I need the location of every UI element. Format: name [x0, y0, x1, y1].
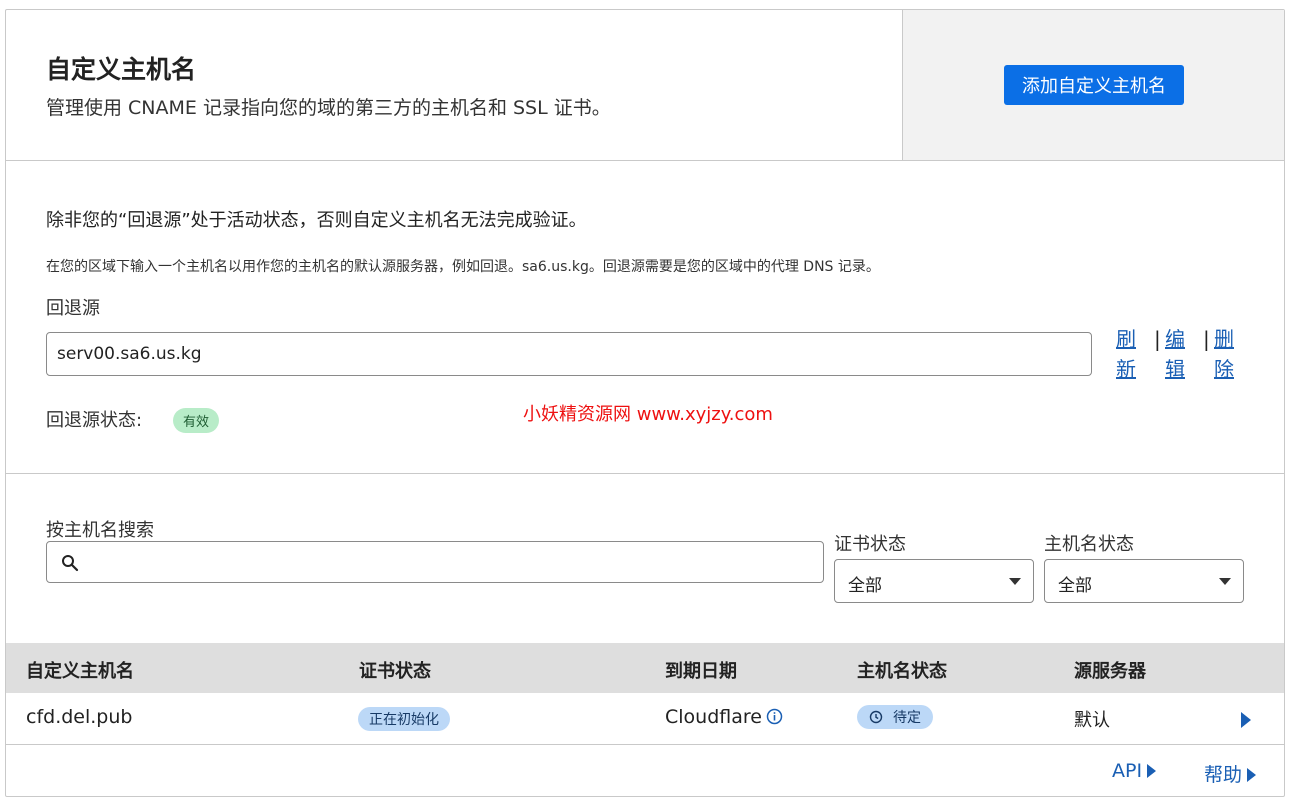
chevron-down-icon [1219, 578, 1231, 585]
header-section: 自定义主机名 管理使用 CNAME 记录指向您的域的第三方的主机名和 SSL 证… [6, 10, 1284, 161]
search-icon [62, 555, 79, 572]
edit-link-top: 编 [1165, 327, 1185, 351]
column-header-hostname-status: 主机名状态 [857, 661, 947, 682]
caret-right-icon [1147, 764, 1157, 778]
refresh-link-top: 刷 [1116, 327, 1136, 351]
custom-hostnames-card: 自定义主机名 管理使用 CNAME 记录指向您的域的第三方的主机名和 SSL 证… [5, 9, 1285, 797]
add-custom-hostname-button[interactable]: 添加自定义主机名 [1004, 65, 1184, 105]
column-header-hostname: 自定义主机名 [26, 661, 134, 682]
edit-link-bottom: 辑 [1165, 357, 1185, 381]
expand-row-icon[interactable] [1241, 712, 1251, 728]
clock-icon [869, 710, 883, 724]
fallback-origin-section: 除非您的“回退源”处于活动状态，否则自定义主机名无法完成验证。 在您的区域下输入… [6, 161, 1284, 474]
search-label: 按主机名搜索 [46, 520, 154, 541]
delete-link-bottom: 除 [1214, 357, 1234, 381]
cert-status-pill: 正在初始化 [358, 707, 450, 731]
refresh-link-bottom: 新 [1116, 357, 1136, 381]
fallback-actions: 刷 新 | 编 辑 | 删 除 [1110, 324, 1240, 384]
table-header: 自定义主机名 证书状态 到期日期 主机名状态 源服务器 [6, 643, 1284, 693]
help-link-label: 帮助 [1204, 764, 1243, 786]
header-action-panel: 添加自定义主机名 [902, 10, 1284, 160]
fallback-status-label: 回退源状态: [46, 410, 143, 431]
fallback-origin-label: 回退源 [46, 298, 100, 319]
fallback-warning: 除非您的“回退源”处于活动状态，否则自定义主机名无法完成验证。 [46, 210, 587, 231]
watermark-text: 小妖精资源网 www.xyjzy.com [523, 404, 773, 425]
delete-link[interactable]: 删 除 [1212, 324, 1236, 384]
caret-right-icon [1247, 768, 1257, 782]
column-header-origin: 源服务器 [1074, 661, 1146, 682]
delete-link-top: 删 [1214, 327, 1234, 351]
hostname-status-pill: 待定 [857, 705, 933, 729]
search-input[interactable] [87, 542, 817, 582]
api-link[interactable]: API [1112, 760, 1157, 782]
api-link-label: API [1112, 760, 1143, 782]
hostname-status-select-value: 全部 [1058, 576, 1092, 596]
table-row[interactable]: cfd.del.pub 正在初始化 Cloudflare 待定 默认 [6, 693, 1284, 745]
page-subtitle: 管理使用 CNAME 记录指向您的域的第三方的主机名和 SSL 证书。 [46, 97, 611, 119]
hostname-status-filter-label: 主机名状态 [1044, 534, 1134, 555]
cert-status-filter-label: 证书状态 [834, 534, 906, 555]
status-badge: 有效 [173, 408, 220, 433]
search-box [46, 541, 824, 583]
action-separator: | [1203, 327, 1210, 351]
fallback-description: 在您的区域下输入一个主机名以用作您的主机名的默认源服务器，例如回退。sa6.us… [46, 259, 880, 275]
refresh-link[interactable]: 刷 新 [1114, 324, 1138, 384]
column-header-expiry: 到期日期 [665, 661, 737, 682]
info-icon[interactable] [766, 708, 783, 725]
cert-status-select[interactable]: 全部 [834, 559, 1034, 603]
cell-hostname: cfd.del.pub [26, 706, 133, 728]
cell-origin: 默认 [1074, 710, 1110, 731]
chevron-down-icon [1009, 578, 1021, 585]
action-separator: | [1154, 327, 1161, 351]
hostname-status-select[interactable]: 全部 [1044, 559, 1244, 603]
hostname-status-text: 待定 [893, 710, 921, 726]
edit-link[interactable]: 编 辑 [1163, 324, 1187, 384]
cert-status-select-value: 全部 [848, 576, 882, 596]
cell-expiry: Cloudflare [665, 706, 783, 728]
cell-expiry-text: Cloudflare [665, 706, 762, 728]
help-link[interactable]: 帮助 [1204, 760, 1257, 787]
fallback-origin-input[interactable] [46, 332, 1092, 376]
column-header-cert-status: 证书状态 [359, 661, 431, 682]
page-title: 自定义主机名 [46, 55, 197, 84]
header-main: 自定义主机名 管理使用 CNAME 记录指向您的域的第三方的主机名和 SSL 证… [6, 10, 902, 160]
